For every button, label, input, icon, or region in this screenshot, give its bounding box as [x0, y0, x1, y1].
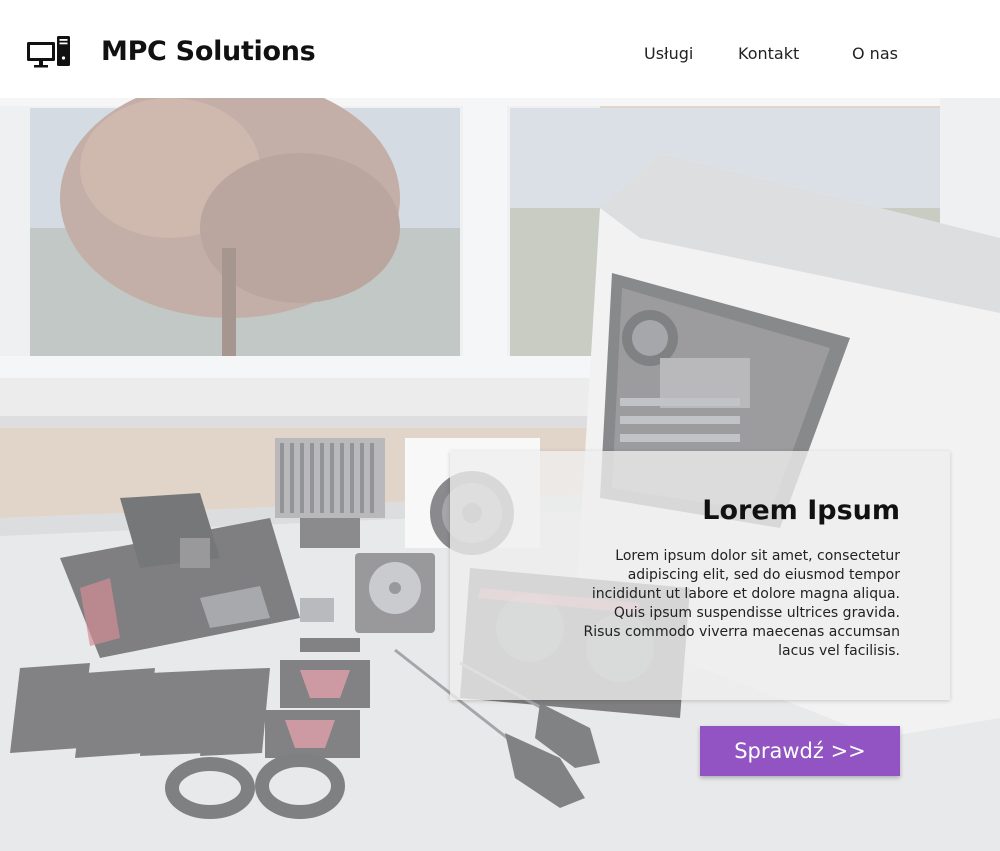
hero-info-card: Lorem Ipsum Lorem ipsum dolor sit amet, … [450, 451, 950, 700]
main-nav: Usługi Kontakt O nas [0, 44, 1000, 66]
card-title: Lorem Ipsum [702, 495, 900, 526]
card-text: Lorem ipsum dolor sit amet, consectetur … [583, 548, 900, 659]
nav-link-o-nas[interactable]: O nas [852, 44, 898, 63]
nav-link-kontakt[interactable]: Kontakt [738, 44, 799, 63]
site-header: MPC Solutions Usługi Kontakt O nas [0, 0, 1000, 98]
check-button[interactable]: Sprawdź >> [700, 726, 900, 776]
nav-link-uslugi[interactable]: Usługi [644, 44, 693, 63]
